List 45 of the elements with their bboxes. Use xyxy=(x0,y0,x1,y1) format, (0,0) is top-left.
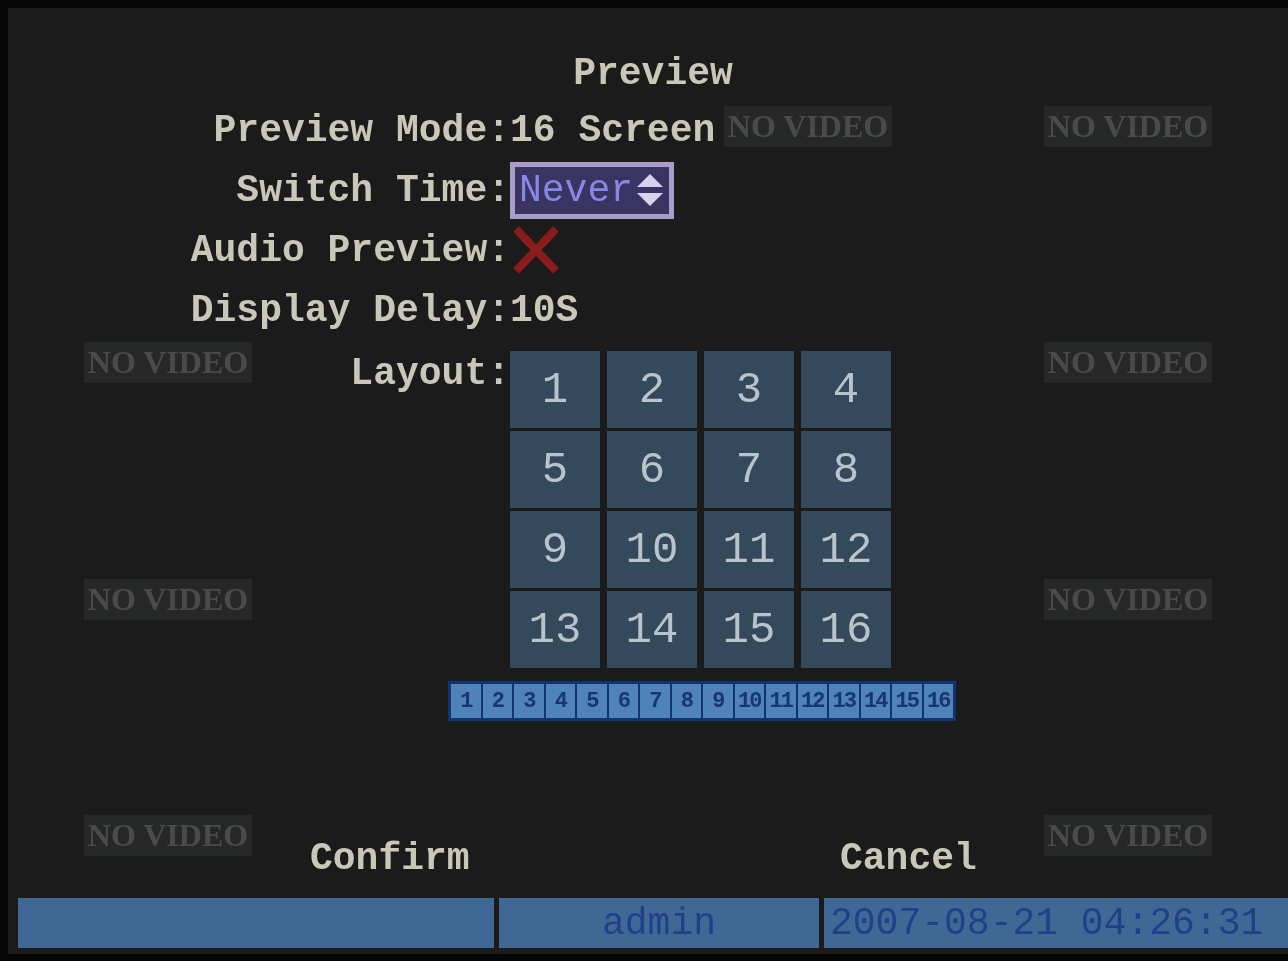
cross-icon[interactable] xyxy=(510,225,562,275)
layout-cell[interactable]: 11 xyxy=(704,511,794,588)
channel-cell[interactable]: 5 xyxy=(577,684,607,718)
channel-cell[interactable]: 8 xyxy=(671,684,701,718)
field-label: Switch Time: xyxy=(236,168,510,212)
field-value: 10S xyxy=(510,288,579,332)
field-value: 16 Screen xyxy=(510,108,716,152)
channel-cell[interactable]: 14 xyxy=(860,684,890,718)
menu-title: Preview xyxy=(572,51,734,97)
field-label: Layout: xyxy=(350,352,510,395)
layout-cell[interactable]: 2 xyxy=(607,351,697,428)
channel-cell[interactable]: 9 xyxy=(703,684,733,718)
switch-time-select[interactable]: Never xyxy=(510,161,675,219)
channel-cell[interactable]: 6 xyxy=(608,684,638,718)
channel-cell[interactable]: 3 xyxy=(514,684,544,718)
layout-cell[interactable]: 9 xyxy=(510,511,600,588)
cancel-button[interactable]: Cancel xyxy=(834,833,983,884)
layout-cell[interactable]: 14 xyxy=(607,591,697,668)
confirm-button[interactable]: Confirm xyxy=(304,833,476,884)
channel-cell[interactable]: 13 xyxy=(829,684,859,718)
layout-cell[interactable]: 8 xyxy=(801,431,891,508)
layout-cell[interactable]: 3 xyxy=(704,351,794,428)
layout-cell[interactable]: 16 xyxy=(801,591,891,668)
channel-cell[interactable]: 10 xyxy=(734,684,764,718)
spin-arrows-icon xyxy=(635,171,666,209)
field-label: Audio Preview: xyxy=(190,228,510,272)
field-label: Display Delay: xyxy=(190,288,510,332)
channel-cell[interactable]: 1 xyxy=(451,684,481,718)
layout-cell[interactable]: 10 xyxy=(607,511,697,588)
layout-cell[interactable]: 4 xyxy=(801,351,891,428)
channel-cell[interactable]: 15 xyxy=(892,684,922,718)
channel-cell[interactable]: 4 xyxy=(545,684,575,718)
layout-cell[interactable]: 5 xyxy=(510,431,600,508)
layout-cell[interactable]: 7 xyxy=(704,431,794,508)
field-label: Preview Mode: xyxy=(213,108,510,152)
channel-cell[interactable]: 7 xyxy=(640,684,670,718)
layout-cell[interactable]: 15 xyxy=(704,591,794,668)
channel-cell[interactable]: 16 xyxy=(923,684,953,718)
layout-cell[interactable]: 1 xyxy=(510,351,600,428)
layout-cell[interactable]: 13 xyxy=(510,591,600,668)
layout-cell[interactable]: 6 xyxy=(607,431,697,508)
channel-cell[interactable]: 11 xyxy=(766,684,796,718)
channel-cell[interactable]: 12 xyxy=(797,684,827,718)
layout-cell[interactable]: 12 xyxy=(801,511,891,588)
channel-cell[interactable]: 2 xyxy=(482,684,512,718)
